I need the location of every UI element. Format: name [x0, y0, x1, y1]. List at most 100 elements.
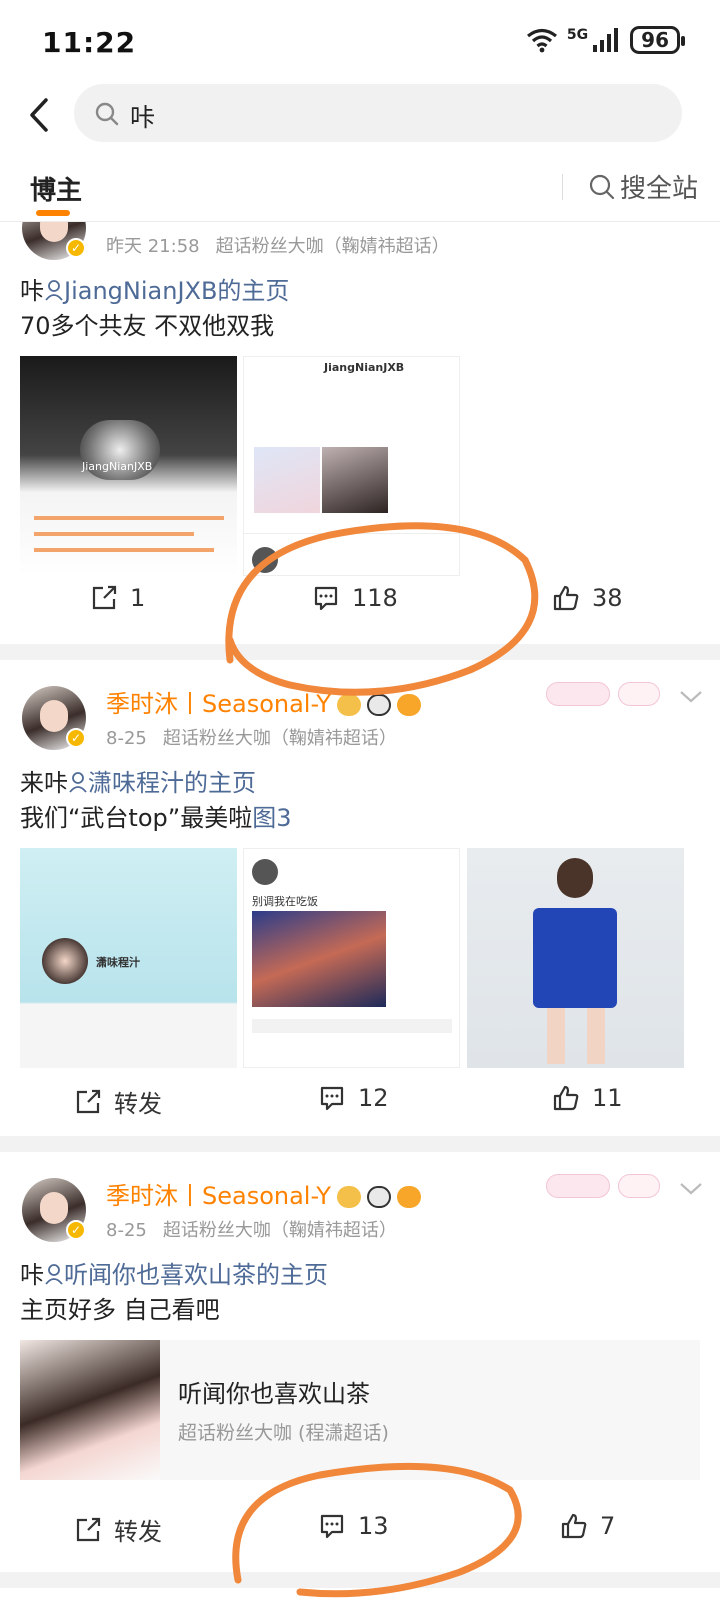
repost-count: 1	[130, 584, 146, 612]
search-header: 咔	[0, 84, 720, 146]
repost-button[interactable]: 1	[90, 584, 145, 612]
mention-link[interactable]: 潇味程汁的主页	[68, 769, 256, 797]
post-text: 咔听闻你也喜欢山茶的主页	[20, 1258, 328, 1293]
post-image[interactable]	[467, 848, 684, 1068]
chevron-down-icon[interactable]	[678, 688, 704, 706]
card-separator	[0, 1136, 720, 1152]
mention-label: 潇味程汁的主页	[88, 769, 256, 797]
profile-link-card[interactable]: 听闻你也喜欢山茶 超话粉丝大咖 (程潇超话)	[20, 1340, 700, 1480]
repost-button[interactable]: 转发	[74, 1084, 162, 1119]
post-card[interactable]: ✓ 昨天 21:58 超话粉丝大咖（鞠婧祎超话） 咔 JiangNianJXB的主页…	[0, 222, 720, 644]
user-icon	[45, 1264, 63, 1285]
card-separator	[0, 1572, 720, 1588]
profile-thumbnail	[20, 1340, 160, 1480]
repost-label: 转发	[114, 1518, 162, 1546]
repost-label: 转发	[114, 1090, 162, 1118]
decoration-badge	[546, 682, 610, 706]
search-all-label: 搜全站	[620, 174, 699, 204]
thumbs-up-icon	[553, 585, 579, 611]
username[interactable]: 季时沐丨Seasonal-Y	[106, 684, 421, 719]
repost-button[interactable]: 转发	[74, 1512, 162, 1547]
signal-icon	[593, 28, 619, 52]
network-label: 5G	[566, 27, 589, 43]
post-meta: 8-25 超话粉丝大咖（鞠婧祎超话）	[106, 1216, 397, 1242]
status-icons: 5G 96	[525, 26, 685, 54]
status-time: 11:22	[42, 26, 137, 59]
tab-bloggers[interactable]: 博主	[30, 170, 82, 207]
like-button[interactable]: 11	[552, 1084, 623, 1112]
post-card[interactable]: ✓ 季时沐丨Seasonal-Y 8-25 超话粉丝大咖（鞠婧祎超话） 来咔 潇味程…	[0, 660, 720, 1136]
mention-link[interactable]: 听闻你也喜欢山茶的主页	[44, 1261, 328, 1289]
post-text-line2: 我们“武台top”最美啦图3	[20, 801, 291, 836]
post-text-line2: 主页好多 自己看吧	[20, 1296, 220, 1324]
post-meta: 8-25 超话粉丝大咖（鞠婧祎超话）	[106, 724, 397, 750]
comment-button[interactable]: 118	[312, 584, 398, 612]
tab-bar: 博主 搜全站	[0, 160, 720, 222]
comment-icon	[314, 586, 338, 611]
like-button[interactable]: 38	[552, 584, 623, 612]
decoration-badges	[546, 682, 660, 706]
user-icon	[69, 772, 87, 793]
post-actions: 转发 12 11	[0, 1074, 720, 1134]
username[interactable]: 季时沐丨Seasonal-Y	[106, 1176, 421, 1211]
post-text-prefix: 咔	[20, 1261, 44, 1289]
post-text-prefix: 来咔	[20, 769, 68, 797]
comment-count: 13	[358, 1512, 389, 1540]
share-icon	[76, 1517, 101, 1541]
crown-icon	[336, 694, 361, 716]
post-actions: 1 118 38	[0, 574, 720, 634]
like-button[interactable]: 7	[560, 1512, 615, 1540]
back-arrow-icon[interactable]	[22, 94, 62, 136]
post-source: 超话粉丝大咖（鞠婧祎超话）	[162, 728, 397, 749]
post-time: 8-25	[106, 1220, 147, 1241]
post-image[interactable]: 别调我在吃饭	[243, 848, 460, 1068]
post-image[interactable]: 潇味程汁	[20, 848, 237, 1068]
like-count: 11	[592, 1084, 623, 1112]
post-image[interactable]: JiangNianJXB	[20, 356, 237, 576]
username-label: 季时沐丨Seasonal-Y	[106, 690, 331, 718]
like-count: 7	[600, 1512, 616, 1540]
mention-link[interactable]: JiangNianJXB的主页	[44, 277, 289, 305]
post-time: 昨天 21:58	[106, 236, 200, 257]
crown-icon	[336, 1186, 361, 1208]
comment-button[interactable]: 12	[318, 1084, 389, 1112]
post-meta: 昨天 21:58 超话粉丝大咖（鞠婧祎超话）	[106, 232, 450, 258]
comment-count: 118	[352, 584, 398, 612]
fish-icon	[396, 694, 421, 716]
comment-count: 12	[358, 1084, 389, 1112]
search-all-button[interactable]: 搜全站	[588, 168, 698, 205]
verified-icon: ✓	[66, 728, 86, 748]
post-time: 8-25	[106, 728, 147, 749]
fish-icon	[396, 1186, 421, 1208]
mention-label: 听闻你也喜欢山茶的主页	[64, 1261, 328, 1289]
verified-icon: ✓	[66, 1220, 86, 1240]
thumbs-up-icon	[553, 1085, 579, 1111]
status-bar: 11:22 5G 96	[0, 0, 720, 80]
comment-icon	[320, 1086, 344, 1111]
card-separator	[0, 644, 720, 660]
username-label: 季时沐丨Seasonal-Y	[106, 1182, 331, 1210]
post-card[interactable]: ✓ 季时沐丨Seasonal-Y 8-25 超话粉丝大咖（鞠婧祎超话） 咔听闻你也…	[0, 1152, 720, 1572]
image-link[interactable]: 图3	[252, 804, 291, 832]
post-text: 来咔 潇味程汁的主页	[20, 766, 256, 801]
comment-button[interactable]: 13	[318, 1512, 389, 1540]
like-count: 38	[592, 584, 623, 612]
wifi-icon	[526, 28, 557, 53]
post-text-prefix: 咔	[20, 277, 44, 305]
tab-indicator	[36, 210, 70, 216]
post-text: 咔 JiangNianJXB的主页	[20, 274, 289, 309]
thumbs-up-icon	[561, 1513, 587, 1539]
post-image[interactable]: JiangNianJXB	[243, 356, 460, 576]
search-input[interactable]: 咔	[74, 84, 682, 142]
panda-icon	[366, 1186, 391, 1208]
user-icon	[45, 280, 63, 301]
image-caption: 潇味程汁	[96, 956, 140, 969]
post-source: 超话粉丝大咖（鞠婧祎超话）	[215, 236, 450, 257]
tab-divider	[562, 174, 563, 200]
chevron-down-icon[interactable]	[678, 1180, 704, 1198]
decoration-badge	[618, 1174, 660, 1198]
link-card-subtitle: 超话粉丝大咖 (程潇超话)	[178, 1422, 389, 1444]
image-caption: 别调我在吃饭	[252, 895, 318, 908]
mention-label: JiangNianJXB的主页	[64, 277, 290, 305]
battery-indicator: 96	[630, 26, 685, 54]
